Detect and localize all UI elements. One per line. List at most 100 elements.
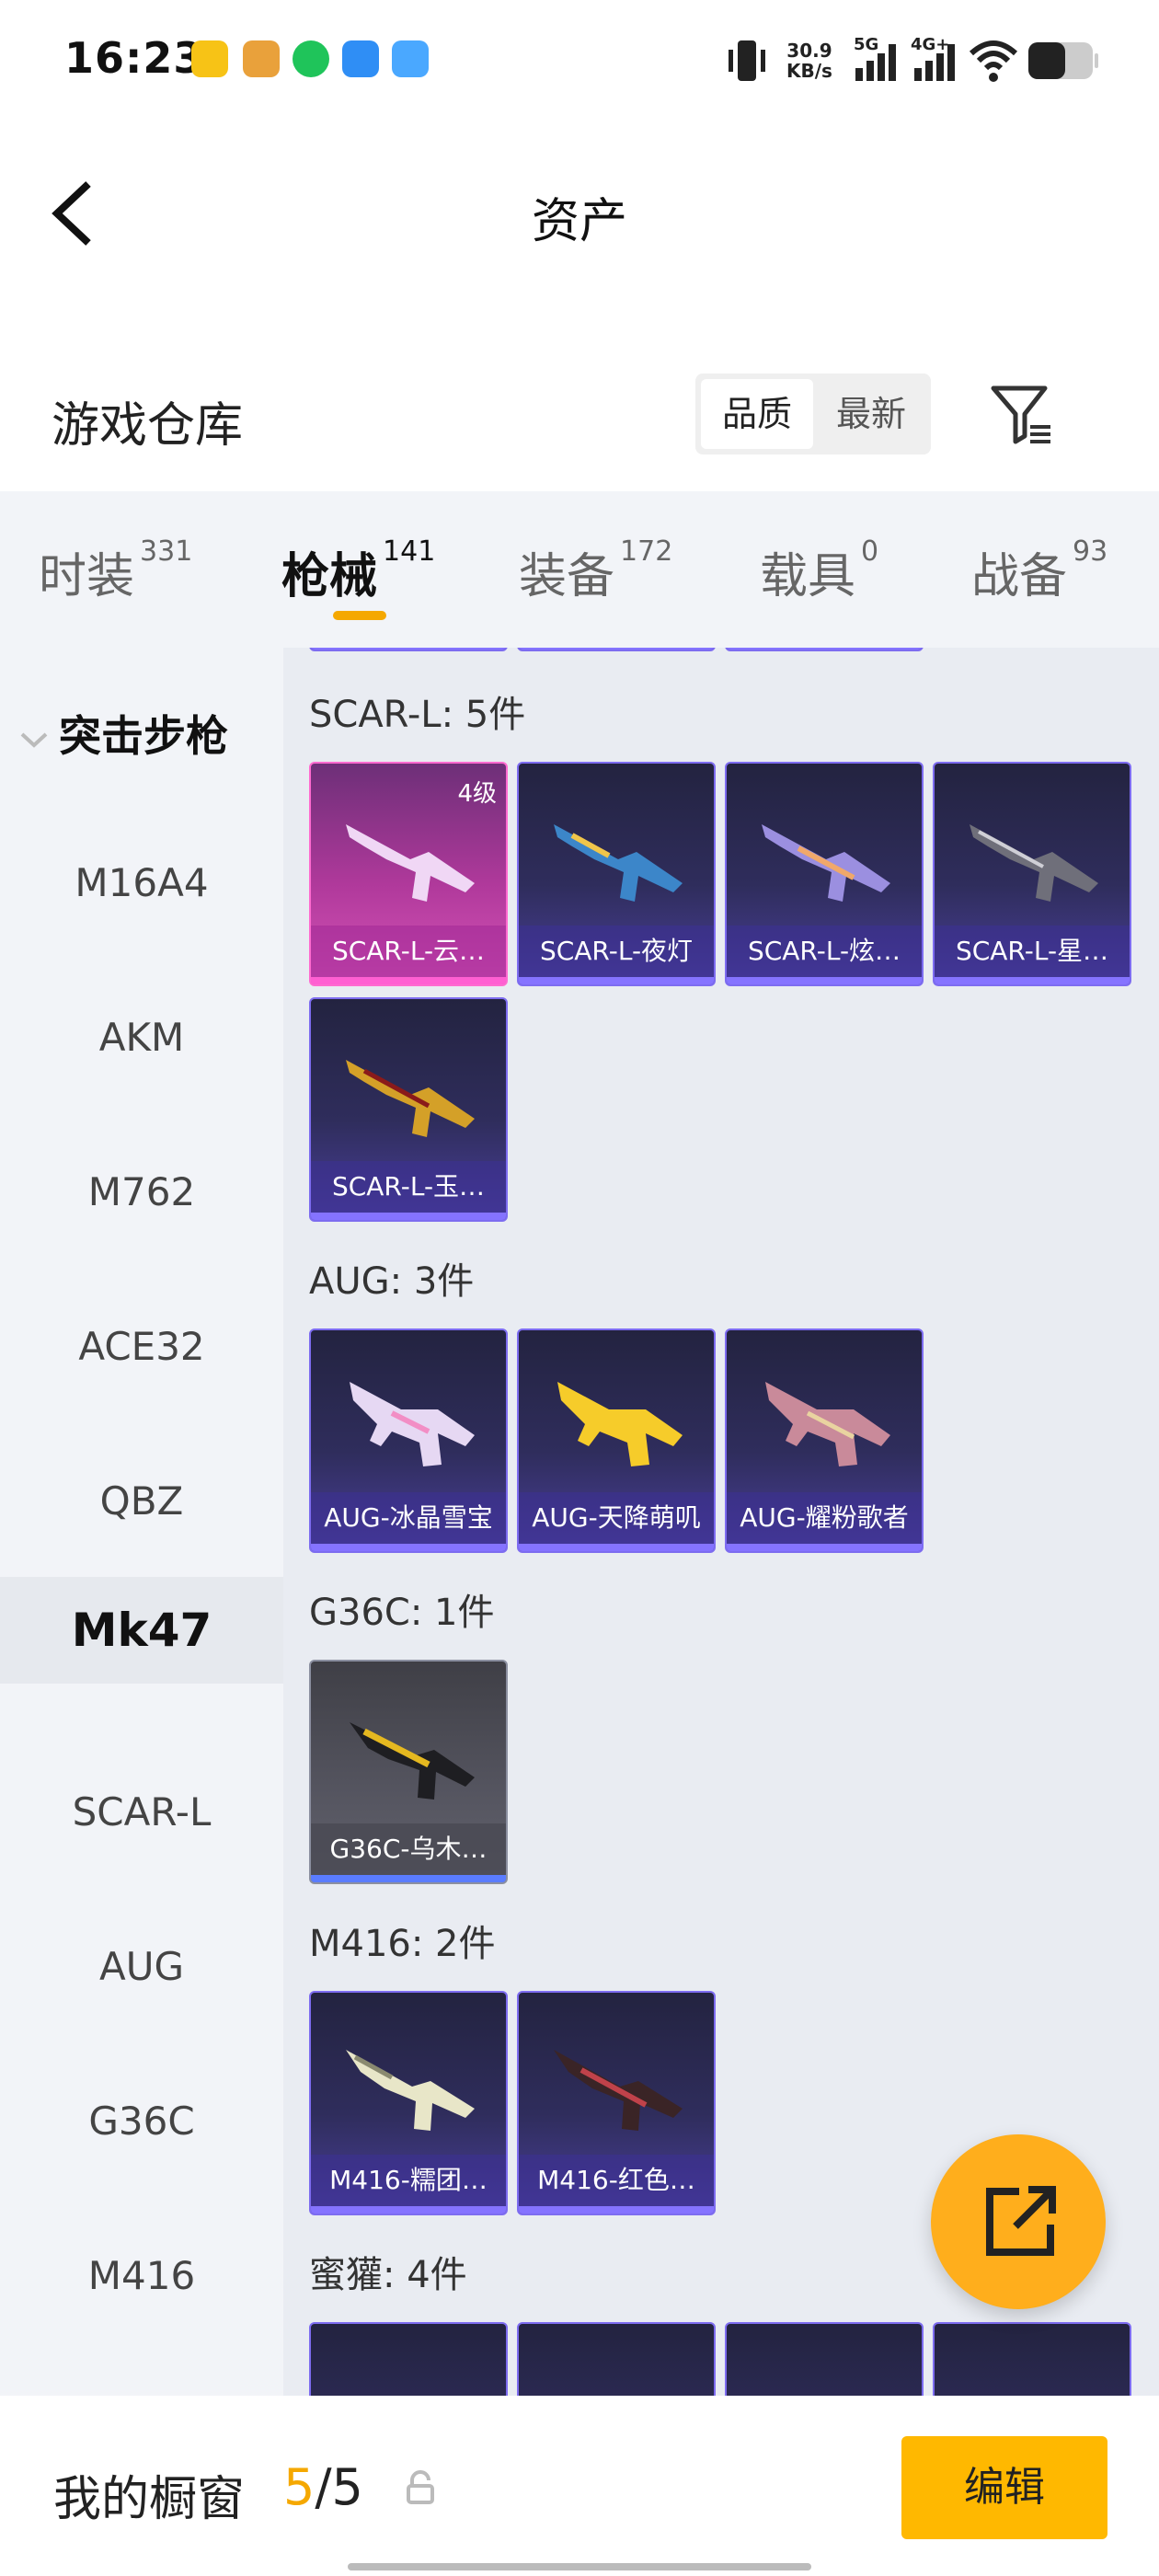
home-indicator[interactable]: [348, 2563, 811, 2570]
showcase-label: 我的橱窗: [53, 2472, 246, 2527]
tab-equipment[interactable]: 装备 172: [519, 535, 673, 606]
rifle-skin-icon: [346, 2050, 475, 2131]
weapon-type-sidebar: 突击步枪 M16A4 AKM M762 ACE32 QBZ Mk47 SCAR-…: [0, 648, 283, 2396]
chevron-down-icon: [20, 732, 48, 748]
weapon-card[interactable]: M416-糯团…: [309, 1991, 508, 2215]
weapon-card[interactable]: SCAR-L-夜灯: [517, 762, 716, 986]
vibrate-icon: [729, 40, 765, 81]
tab-count: 141: [383, 535, 436, 568]
weapon-name: SCAR-L-炫…: [727, 926, 922, 977]
edit-button[interactable]: 编辑: [901, 2436, 1107, 2539]
active-tab-indicator: [333, 611, 386, 620]
tab-count: 0: [861, 535, 879, 568]
weapon-name: SCAR-L-云…: [311, 926, 506, 977]
tab-label: 装备: [519, 549, 615, 604]
tab-supplies[interactable]: 战备 93: [971, 535, 1107, 606]
rifle-skin-icon: [554, 824, 683, 902]
weapon-card-partial[interactable]: [517, 2322, 716, 2396]
sidebar-item-m762[interactable]: M762: [0, 1139, 283, 1246]
battery-icon: [1028, 42, 1098, 79]
wechat-icon: [293, 40, 329, 77]
weapon-card[interactable]: AUG-耀粉歌者: [725, 1328, 924, 1553]
showcase-count: 5/5: [283, 2458, 363, 2516]
weapon-card-partial[interactable]: [309, 2322, 508, 2396]
weapon-name: SCAR-L-星…: [935, 926, 1130, 977]
rifle-skin-icon: [762, 824, 890, 902]
rifle-skin-icon: [350, 1382, 475, 1466]
share-external-icon: [986, 2186, 1056, 2256]
sidebar-item-akm[interactable]: AKM: [0, 984, 283, 1091]
tab-weapons[interactable]: 枪械 141: [281, 535, 436, 606]
sort-toggle: 品质 最新: [695, 374, 931, 454]
tab-label: 战备: [971, 549, 1068, 604]
weapon-name: AUG-耀粉歌者: [727, 1492, 922, 1544]
weapon-name: M416-糯团…: [311, 2155, 506, 2206]
weapon-name: SCAR-L-夜灯: [519, 926, 714, 977]
showcase-total: /5: [315, 2458, 363, 2516]
sidebar-item-mk47[interactable]: Mk47: [0, 1577, 283, 1684]
rarity-bar: [519, 648, 714, 650]
weapon-name: AUG-冰晶雪宝: [311, 1492, 506, 1544]
filter-icon[interactable]: [990, 383, 1056, 447]
share-fab-button[interactable]: [931, 2134, 1106, 2309]
sort-quality-button[interactable]: 品质: [701, 379, 813, 449]
tab-vehicles[interactable]: 载具 0: [760, 535, 879, 606]
page-title: 资产: [531, 194, 627, 249]
tab-label: 枪械: [281, 549, 378, 604]
sort-latest-button[interactable]: 最新: [817, 379, 925, 449]
tab-label: 时装: [39, 549, 135, 604]
group-title-scar-l: SCAR-L: 5件: [309, 694, 526, 736]
rarity-bar: [727, 1544, 922, 1551]
weapon-card[interactable]: SCAR-L-星…: [933, 762, 1131, 986]
rarity-bar: [519, 2206, 714, 2214]
sidebar-group-assault-rifle[interactable]: 突击步枪: [18, 703, 228, 764]
weapon-card[interactable]: SCAR-L-炫…: [725, 762, 924, 986]
status-bar: 16:23 30.9 KB/s 5G 4G+: [0, 0, 1159, 129]
sidebar-item-qbz[interactable]: QBZ: [0, 1448, 283, 1555]
weapon-card[interactable]: AUG-天降萌叽: [517, 1328, 716, 1553]
rifle-skin-icon: [970, 824, 1098, 902]
weapon-name: M416-红色…: [519, 2155, 714, 2206]
weapon-card[interactable]: AUG-冰晶雪宝: [309, 1328, 508, 1553]
weapon-card-partial[interactable]: [725, 2322, 924, 2396]
sidebar-item-m16a4[interactable]: M16A4: [0, 830, 283, 937]
app-notification-icon-1: [191, 40, 228, 77]
sidebar-item-aug[interactable]: AUG: [0, 1914, 283, 2020]
weapon-card[interactable]: SCAR-L-玉…: [309, 997, 508, 1222]
rarity-bar: [311, 2206, 506, 2214]
weapon-card-partial[interactable]: [725, 648, 924, 651]
weapon-card-partial[interactable]: [517, 648, 716, 651]
tab-count: 172: [620, 535, 673, 568]
app-notification-icon-4: [342, 40, 379, 77]
tab-count: 331: [140, 535, 193, 568]
lock-icon: [407, 2470, 434, 2504]
tab-fashion[interactable]: 时装 331: [39, 535, 193, 606]
rarity-bar: [311, 1213, 506, 1220]
warehouse-title: 游戏仓库: [52, 398, 244, 454]
rarity-bar: [727, 977, 922, 984]
sidebar-item-m416[interactable]: M416: [0, 2223, 283, 2329]
weapon-card-partial[interactable]: [933, 2322, 1131, 2396]
weapon-card-partial[interactable]: [309, 648, 508, 651]
sidebar-item-g36c[interactable]: G36C: [0, 2068, 283, 2175]
category-tabs: 时装 331 枪械 141 装备 172 载具 0 战备 93: [0, 491, 1159, 648]
weapon-card[interactable]: 4级 SCAR-L-云…: [309, 762, 508, 986]
weapon-card[interactable]: G36C-乌木…: [309, 1660, 508, 1884]
group-title-honey-badger: 蜜獾: 4件: [309, 2254, 467, 2296]
group-title-m416: M416: 2件: [309, 1923, 496, 1965]
rarity-bar: [519, 1544, 714, 1551]
weapon-card[interactable]: M416-红色…: [517, 1991, 716, 2215]
showcase-bar: 我的橱窗 5/5 编辑: [0, 2396, 1159, 2576]
rifle-skin-icon: [346, 824, 475, 902]
rifle-skin-icon: [350, 1722, 475, 1800]
rarity-bar: [311, 1875, 506, 1882]
rarity-bar: [311, 977, 506, 984]
app-notification-icon-5: [392, 40, 429, 77]
sidebar-item-scar-l[interactable]: SCAR-L: [0, 1759, 283, 1866]
sidebar-item-ace32[interactable]: ACE32: [0, 1294, 283, 1400]
net-speed-value: 30.9: [786, 40, 832, 62]
rarity-bar: [935, 977, 1130, 984]
rifle-skin-icon: [765, 1382, 890, 1466]
net-speed: 30.9 KB/s: [786, 40, 832, 81]
signal-5g-label: 5G: [854, 35, 879, 54]
